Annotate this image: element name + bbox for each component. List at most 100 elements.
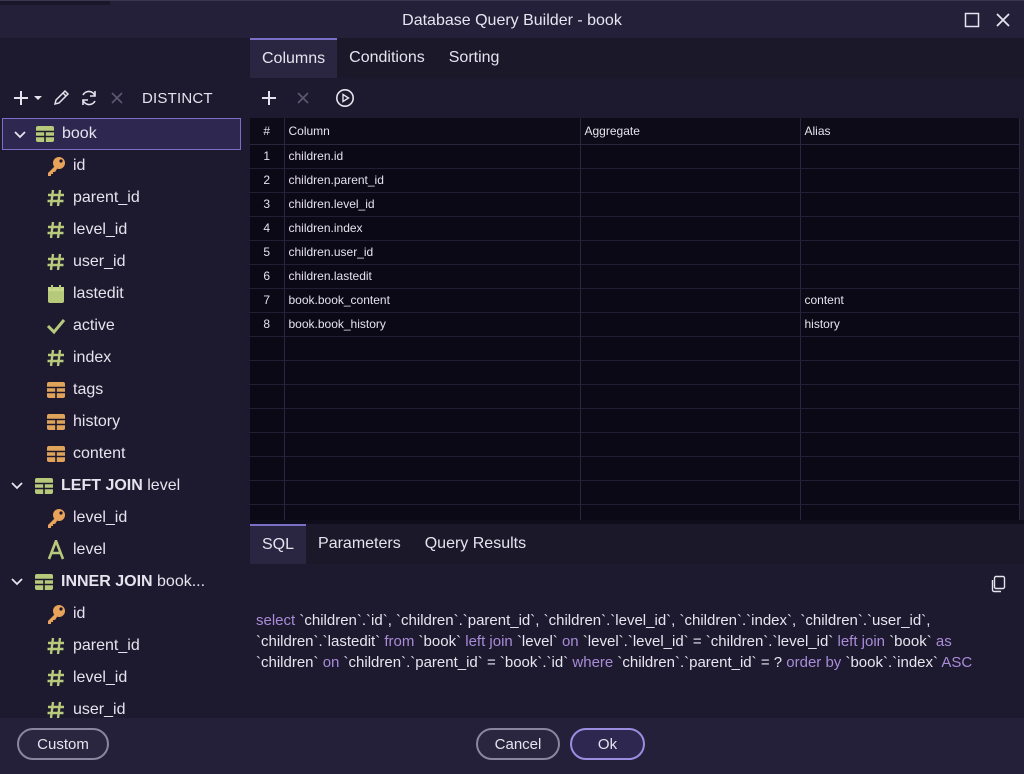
ok-button[interactable]: Ok: [570, 728, 645, 760]
column-cell[interactable]: children.user_id: [284, 240, 581, 265]
chevron-down-icon[interactable]: [10, 575, 24, 589]
aggregate-cell[interactable]: [580, 216, 801, 241]
tab-sql[interactable]: SQL: [250, 524, 307, 564]
alias-cell[interactable]: [800, 504, 1020, 520]
aggregate-cell[interactable]: [580, 312, 801, 337]
cancel-button[interactable]: Cancel: [476, 728, 560, 760]
aggregate-cell[interactable]: [580, 408, 801, 433]
aggregate-cell[interactable]: [580, 384, 801, 409]
table-row[interactable]: 6 children.lastedit: [250, 264, 1020, 289]
alias-cell[interactable]: history: [800, 312, 1020, 337]
column-cell[interactable]: book.book_content: [284, 288, 581, 313]
tree-field-node[interactable]: tags: [0, 374, 250, 406]
table-row[interactable]: 1 children.id: [250, 144, 1020, 169]
aggregate-cell[interactable]: [580, 168, 801, 193]
empty-row[interactable]: [250, 336, 1020, 361]
column-cell[interactable]: children.lastedit: [284, 264, 581, 289]
aggregate-cell[interactable]: [580, 240, 801, 265]
tab-sorting[interactable]: Sorting: [437, 38, 512, 78]
table-row[interactable]: 4 children.index: [250, 216, 1020, 241]
column-cell[interactable]: [284, 336, 581, 361]
column-cell[interactable]: [284, 504, 581, 520]
alias-cell[interactable]: [800, 456, 1020, 481]
close-icon[interactable]: [106, 87, 128, 109]
sql-text[interactable]: select `children`.`id`, `children`.`pare…: [250, 604, 1024, 718]
tree-field-node[interactable]: id: [0, 598, 250, 630]
header-alias[interactable]: Alias: [800, 118, 1020, 145]
aggregate-cell[interactable]: [580, 480, 801, 505]
tree-field-node[interactable]: level_id: [0, 502, 250, 534]
aggregate-cell[interactable]: [580, 456, 801, 481]
column-cell[interactable]: children.level_id: [284, 192, 581, 217]
tree-field-node[interactable]: level: [0, 534, 250, 566]
custom-button[interactable]: Custom: [17, 728, 109, 760]
alias-cell[interactable]: [800, 408, 1020, 433]
table-row[interactable]: 8 book.book_history history: [250, 312, 1020, 337]
empty-row[interactable]: [250, 408, 1020, 433]
aggregate-cell[interactable]: [580, 360, 801, 385]
alias-cell[interactable]: [800, 264, 1020, 289]
aggregate-cell[interactable]: [580, 504, 801, 520]
empty-row[interactable]: [250, 432, 1020, 457]
pencil-icon[interactable]: [50, 87, 72, 109]
alias-cell[interactable]: [800, 360, 1020, 385]
aggregate-cell[interactable]: [580, 432, 801, 457]
close-icon[interactable]: [292, 87, 314, 109]
close-icon[interactable]: [992, 9, 1014, 31]
column-cell[interactable]: [284, 408, 581, 433]
tree-field-node[interactable]: history: [0, 406, 250, 438]
tree-field-node[interactable]: content: [0, 438, 250, 470]
tab-query-results[interactable]: Query Results: [413, 524, 538, 564]
tree-field-node[interactable]: parent_id: [0, 630, 250, 662]
column-cell[interactable]: [284, 384, 581, 409]
copy-icon[interactable]: [987, 573, 1009, 595]
aggregate-cell[interactable]: [580, 264, 801, 289]
column-cell[interactable]: [284, 360, 581, 385]
tree-field-node[interactable]: level_id: [0, 662, 250, 694]
tree-field-node[interactable]: parent_id: [0, 182, 250, 214]
grid-scrollbar[interactable]: [1020, 118, 1024, 520]
empty-row[interactable]: [250, 360, 1020, 385]
column-cell[interactable]: children.id: [284, 144, 581, 169]
tree-field-node[interactable]: level_id: [0, 214, 250, 246]
alias-cell[interactable]: [800, 336, 1020, 361]
column-cell[interactable]: children.index: [284, 216, 581, 241]
tree-field-node[interactable]: user_id: [0, 246, 250, 278]
table-row[interactable]: 7 book.book_content content: [250, 288, 1020, 313]
aggregate-cell[interactable]: [580, 144, 801, 169]
tree-field-node[interactable]: user_id: [0, 694, 250, 718]
column-cell[interactable]: [284, 456, 581, 481]
alias-cell[interactable]: [800, 432, 1020, 457]
tree-table-node[interactable]: INNER JOIN book...: [0, 566, 250, 598]
plus-icon[interactable]: [258, 87, 280, 109]
table-row[interactable]: 5 children.user_id: [250, 240, 1020, 265]
empty-row[interactable]: [250, 480, 1020, 505]
empty-row[interactable]: [250, 456, 1020, 481]
alias-cell[interactable]: [800, 384, 1020, 409]
tab-columns[interactable]: Columns: [250, 38, 338, 78]
plus-icon[interactable]: [10, 87, 32, 109]
alias-cell[interactable]: [800, 216, 1020, 241]
column-cell[interactable]: book.book_history: [284, 312, 581, 337]
alias-cell[interactable]: [800, 480, 1020, 505]
maximize-icon[interactable]: [961, 9, 983, 31]
tree-field-node[interactable]: index: [0, 342, 250, 374]
tab-conditions[interactable]: Conditions: [337, 38, 437, 78]
tree-field-node[interactable]: id: [0, 150, 250, 182]
chevron-down-icon[interactable]: [13, 128, 27, 142]
tree-table-node[interactable]: LEFT JOIN level: [0, 470, 250, 502]
aggregate-cell[interactable]: [580, 336, 801, 361]
empty-row[interactable]: [250, 384, 1020, 409]
alias-cell[interactable]: [800, 192, 1020, 217]
chevron-down-icon[interactable]: [10, 479, 24, 493]
alias-cell[interactable]: content: [800, 288, 1020, 313]
column-cell[interactable]: [284, 480, 581, 505]
tab-parameters[interactable]: Parameters: [306, 524, 413, 564]
play-circle-icon[interactable]: [334, 87, 356, 109]
column-cell[interactable]: [284, 432, 581, 457]
alias-cell[interactable]: [800, 168, 1020, 193]
aggregate-cell[interactable]: [580, 288, 801, 313]
column-cell[interactable]: children.parent_id: [284, 168, 581, 193]
tree-field-node[interactable]: lastedit: [0, 278, 250, 310]
table-row[interactable]: 3 children.level_id: [250, 192, 1020, 217]
